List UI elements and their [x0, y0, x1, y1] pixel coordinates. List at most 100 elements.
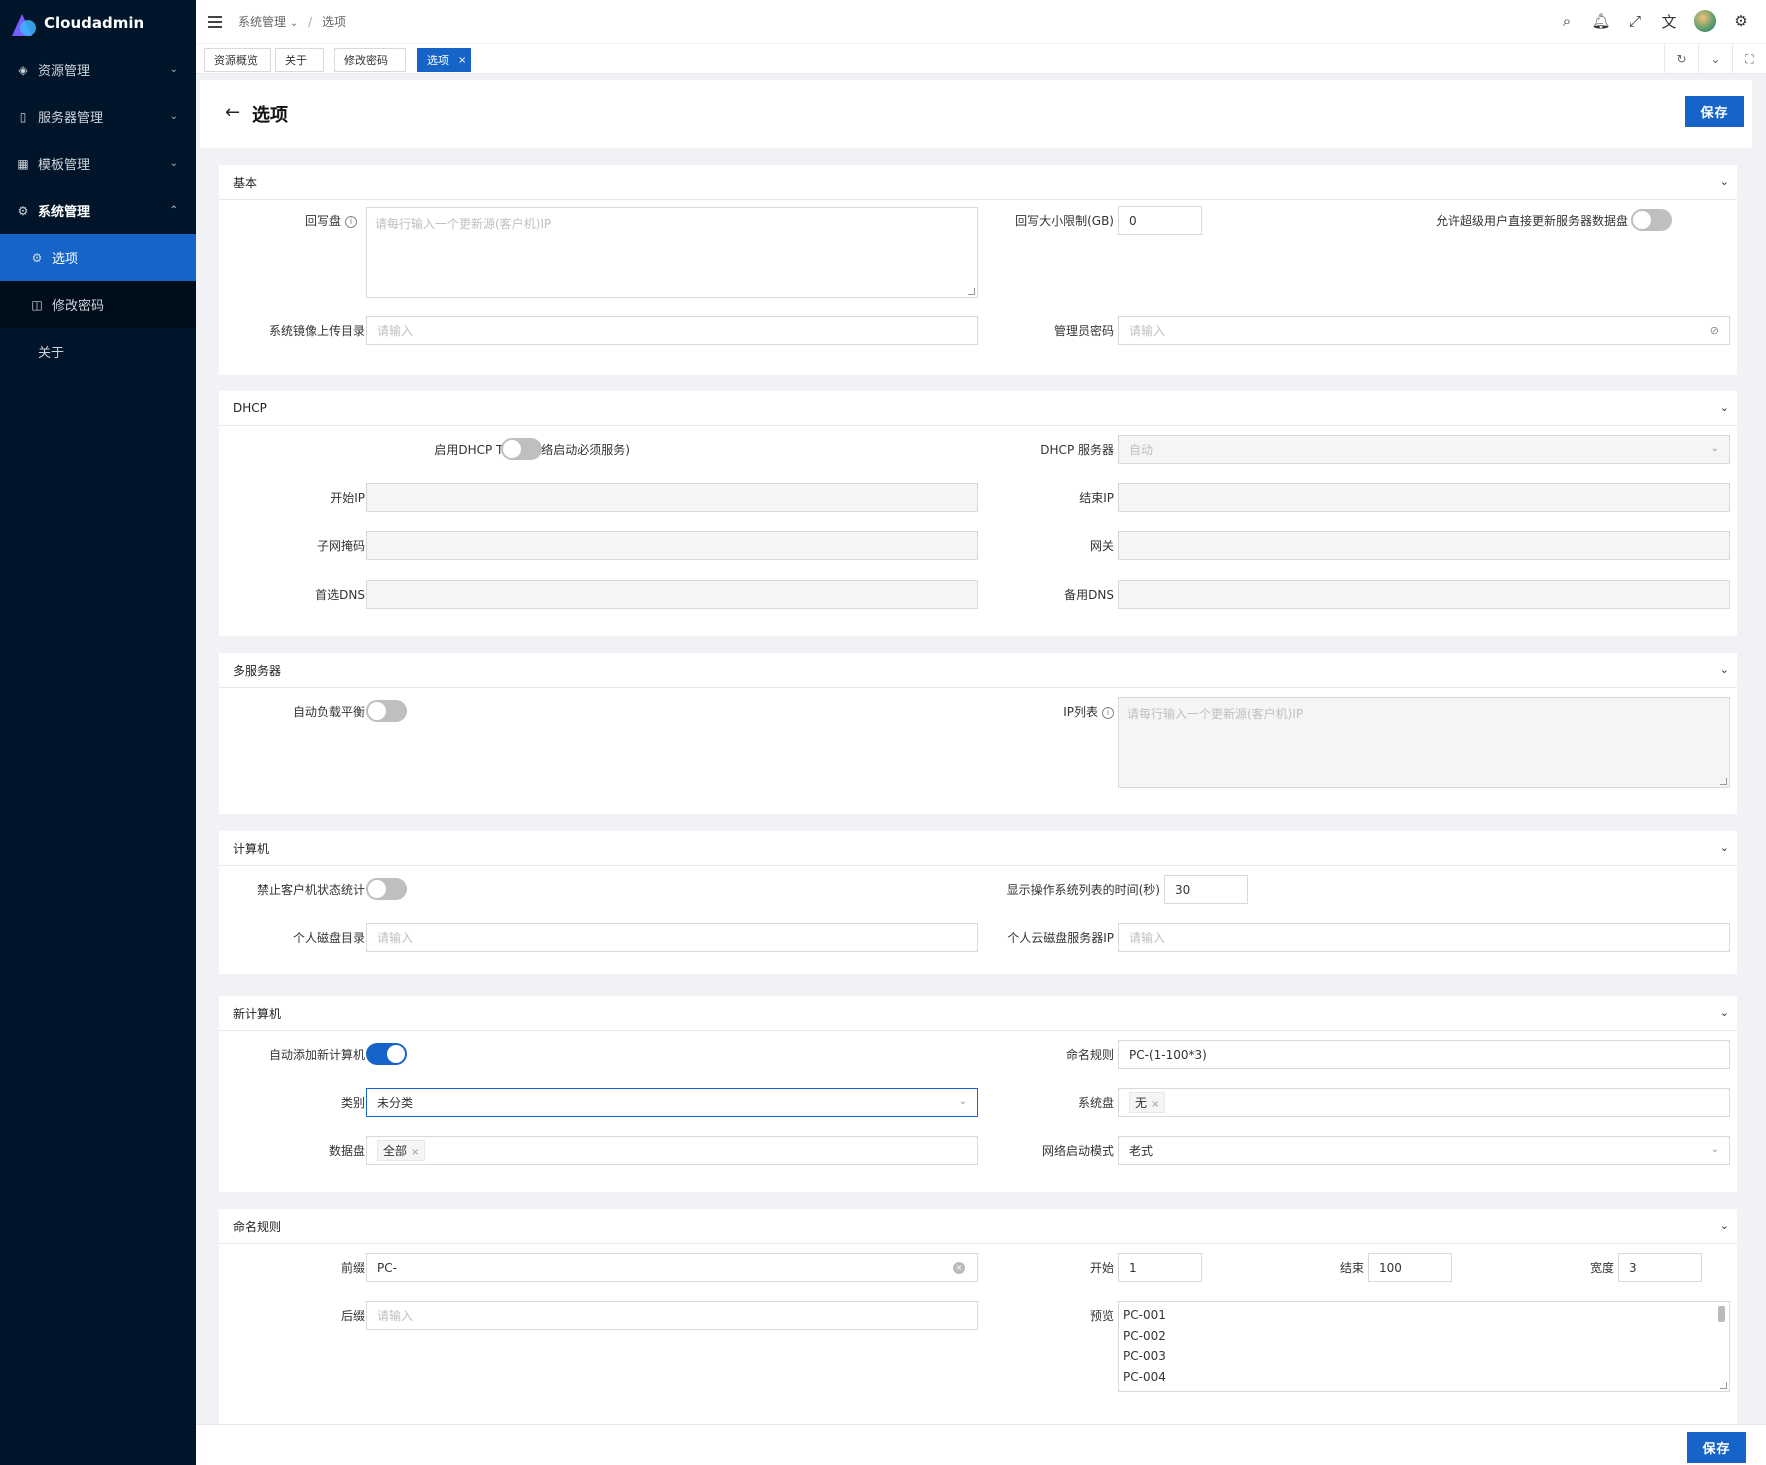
avatar[interactable]	[1694, 10, 1716, 32]
end-input[interactable]: 100	[1368, 1253, 1452, 1282]
personal-disk-label: 个人磁盘目录	[292, 931, 365, 945]
tab-options[interactable]: 选项 ×	[417, 48, 471, 72]
allow-superuser-toggle[interactable]	[1631, 209, 1672, 231]
chevron-down-icon[interactable]: ⌄	[1698, 44, 1732, 74]
admin-password-input[interactable]: 请输入 ⊘	[1118, 316, 1730, 345]
back-arrow-icon[interactable]: ←	[225, 102, 240, 123]
app-logo[interactable]: Cloudadmin	[0, 0, 196, 46]
disable-stat-toggle[interactable]	[366, 878, 407, 900]
server-icon: ▯	[19, 109, 27, 124]
tab-change-password[interactable]: 修改密码	[334, 48, 406, 72]
chevron-down-icon[interactable]: ⌄	[1720, 841, 1729, 854]
auto-add-toggle[interactable]	[366, 1043, 407, 1065]
start-ip-input	[366, 483, 978, 512]
os-list-time-input[interactable]: 30	[1164, 875, 1248, 904]
sidebar-item-about[interactable]: 关于	[0, 328, 196, 375]
translate-icon[interactable]: 文	[1652, 11, 1686, 32]
cloud-disk-ip-label: 个人云磁盘服务器IP	[1007, 931, 1114, 945]
naming-rule-input[interactable]: PC-(1-100*3)	[1118, 1040, 1730, 1069]
suffix-input[interactable]: 请输入	[366, 1301, 978, 1330]
search-icon[interactable]: ⌕	[1550, 12, 1584, 30]
system-disk-select[interactable]: 无 ×	[1118, 1088, 1730, 1117]
breadcrumb-parent[interactable]: 系统管理	[238, 15, 286, 29]
section-title: DHCP	[233, 401, 267, 415]
tab-about[interactable]: 关于	[275, 48, 324, 72]
resize-grip-icon[interactable]	[968, 288, 975, 295]
info-icon[interactable]: i	[345, 215, 357, 228]
cloud-disk-ip-input[interactable]: 请输入	[1118, 923, 1730, 952]
section-dhcp: DHCP ⌄ 启用DHCP TFTP(网络启动必须服务) DHCP 服务器 自动…	[219, 391, 1737, 636]
tab-resource-overview[interactable]: 资源概览	[204, 48, 271, 72]
scrollbar-thumb[interactable]	[1718, 1306, 1725, 1322]
prefix-input[interactable]: PC- ×	[366, 1253, 978, 1282]
width-label: 宽度	[1589, 1261, 1614, 1275]
sidebar-item-system[interactable]: ⚙ 系统管理 ⌃	[0, 187, 196, 234]
sidebar-item-change-password[interactable]: ◫ 修改密码	[0, 281, 196, 328]
naming-rule-label: 命名规则	[1065, 1048, 1114, 1062]
chevron-down-icon: ⌄	[1710, 443, 1719, 454]
width-input[interactable]: 3	[1618, 1253, 1702, 1282]
section-header[interactable]: 命名规则 ⌄	[219, 1209, 1737, 1244]
refresh-icon[interactable]: ↻	[1664, 44, 1698, 74]
chevron-down-icon[interactable]: ⌄	[1720, 1006, 1729, 1019]
start-input[interactable]: 1	[1118, 1253, 1202, 1282]
image-dir-input[interactable]: 请输入	[366, 316, 978, 345]
settings-gear-icon[interactable]: ⚙	[1724, 12, 1758, 30]
section-header[interactable]: 基本 ⌄	[219, 165, 1737, 200]
section-computer: 计算机 ⌄ 禁止客户机状态统计 显示操作系统列表的时间(秒) 30 个人磁盘目录…	[219, 831, 1737, 974]
close-icon[interactable]: ×	[411, 1147, 419, 1158]
sidebar-item-label: 资源管理	[38, 64, 91, 79]
chevron-down-icon[interactable]: ⌄	[1720, 663, 1729, 676]
resize-grip-icon[interactable]	[1720, 1382, 1727, 1389]
menu-toggle-icon[interactable]	[208, 13, 222, 31]
end-ip-input	[1118, 483, 1730, 512]
chevron-down-icon[interactable]: ⌄	[1720, 175, 1729, 188]
end-ip-label: 结束IP	[1079, 491, 1114, 505]
save-button[interactable]: 保存	[1685, 96, 1744, 127]
breadcrumb-current: 选项	[321, 15, 346, 29]
personal-disk-input[interactable]: 请输入	[366, 923, 978, 952]
system-disk-label: 系统盘	[1077, 1096, 1114, 1110]
section-header[interactable]: 多服务器 ⌄	[219, 653, 1737, 688]
info-icon[interactable]: i	[1102, 706, 1114, 719]
sidebar-item-label: 关于	[38, 346, 65, 361]
sidebar-item-template[interactable]: ▦ 模板管理 ⌄	[0, 140, 196, 187]
boot-mode-select[interactable]: 老式 ⌄	[1118, 1136, 1730, 1165]
category-select[interactable]: 未分类 ⌄	[366, 1088, 978, 1117]
writeback-limit-input[interactable]: 0	[1118, 206, 1202, 235]
breadcrumb-separator: /	[308, 15, 313, 29]
eye-hidden-icon[interactable]: ⊘	[1710, 324, 1719, 337]
auto-balance-label: 自动负载平衡	[292, 705, 365, 719]
chevron-down-icon[interactable]: ⌄	[1720, 401, 1729, 414]
clear-icon[interactable]: ×	[953, 1262, 965, 1274]
sidebar-item-server[interactable]: ▯ 服务器管理 ⌄	[0, 93, 196, 140]
section-header[interactable]: DHCP ⌄	[219, 391, 1737, 426]
sidebar-item-label: 系统管理	[38, 205, 91, 220]
maximize-icon[interactable]: ⛶	[1732, 44, 1766, 74]
dhcp-server-select: 自动 ⌄	[1118, 435, 1730, 464]
bell-icon[interactable]: 🔔︎	[1584, 12, 1618, 30]
writeback-textarea[interactable]: 请每行输入一个更新源(客户机)IP	[366, 207, 978, 298]
section-header[interactable]: 计算机 ⌄	[219, 831, 1737, 866]
section-title: 新计算机	[233, 1006, 282, 1021]
preview-line: PC-003	[1123, 1349, 1166, 1363]
main-content: ← 选项 保存 基本 ⌄ 回写盘 i 请每行输入一个更新源(客户机)IP 回写大小…	[196, 74, 1756, 1424]
section-header[interactable]: 新计算机 ⌄	[219, 996, 1737, 1031]
top-header: 系统管理 ⌄ / 选项 ⌕ 🔔︎ ⤢ 文 ⚙	[196, 0, 1766, 44]
data-disk-select[interactable]: 全部 ×	[366, 1136, 978, 1165]
admin-password-label: 管理员密码	[1053, 324, 1114, 338]
template-icon: ▦	[17, 156, 29, 171]
chevron-down-icon: ⌄	[169, 111, 178, 122]
sidebar-item-resource[interactable]: ◈ 资源管理 ⌄	[0, 46, 196, 93]
section-title: 计算机	[233, 841, 270, 856]
footer-save-button[interactable]: 保存	[1687, 1432, 1746, 1463]
close-icon[interactable]: ×	[1151, 1099, 1159, 1110]
section-basic: 基本 ⌄ 回写盘 i 请每行输入一个更新源(客户机)IP 回写大小限制(GB) 0…	[219, 165, 1737, 375]
close-icon[interactable]: ×	[458, 55, 466, 66]
dhcp-enable-toggle[interactable]	[501, 438, 542, 460]
sidebar-item-options[interactable]: ⚙ 选项	[0, 234, 196, 281]
preview-textarea[interactable]: PC-001 PC-002 PC-003 PC-004	[1118, 1301, 1730, 1392]
auto-balance-toggle[interactable]	[366, 700, 407, 722]
fullscreen-icon[interactable]: ⤢	[1618, 12, 1652, 30]
chevron-down-icon[interactable]: ⌄	[1720, 1219, 1729, 1232]
